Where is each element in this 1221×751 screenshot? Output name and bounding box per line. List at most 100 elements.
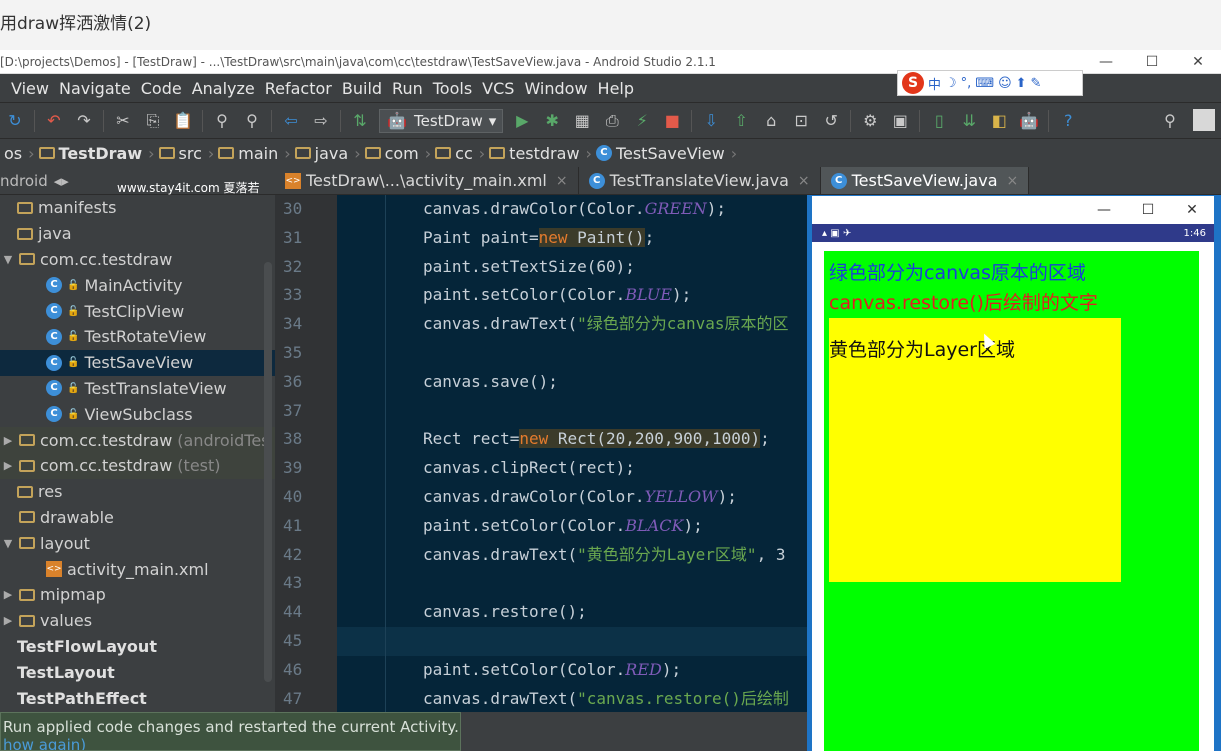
toast-link[interactable]: how again) <box>3 736 460 750</box>
code-line[interactable]: paint.setColor(Color.RED); <box>337 656 807 685</box>
tree-item[interactable]: C 🔓 TestRotateView <box>0 324 275 350</box>
menu-refactor[interactable]: Refactor <box>260 79 337 98</box>
menu-tools[interactable]: Tools <box>428 79 477 98</box>
breadcrumb-item[interactable]: os <box>0 144 28 163</box>
settings-icon[interactable]: ⚙ <box>859 110 881 132</box>
tree-item[interactable]: <> activity_main.xml <box>0 556 275 582</box>
monitor-icon[interactable]: ◧ <box>988 110 1010 132</box>
avd-manager-icon[interactable]: ▯ <box>928 110 950 132</box>
code-line[interactable]: canvas.save(); <box>337 368 807 397</box>
ime-mode[interactable]: 中 <box>928 74 941 93</box>
tree-item[interactable]: C 🔓 TestTranslateView <box>0 376 275 402</box>
maximize-button[interactable]: ☐ <box>1129 50 1175 73</box>
code-line[interactable] <box>337 397 807 426</box>
run-config-dropdown[interactable]: 🤖 TestDraw ▾ <box>379 108 504 133</box>
expand-arrow-icon[interactable]: ▼ <box>2 253 14 266</box>
vcs-revert-icon[interactable]: ↺ <box>820 110 842 132</box>
code-line[interactable] <box>337 339 807 368</box>
menu-window[interactable]: Window <box>519 79 592 98</box>
sdk-manager-icon[interactable]: ⇊ <box>958 110 980 132</box>
code-line[interactable]: canvas.drawColor(Color.YELLOW); <box>337 483 807 512</box>
tree-item[interactable]: C 🔓 TestSaveView <box>0 349 275 376</box>
tree-item[interactable]: ▼ com.cc.testdraw <box>0 247 275 273</box>
undo-icon[interactable]: ↶ <box>43 110 65 132</box>
android-device-icon[interactable]: 🤖 <box>1018 110 1040 132</box>
wrench-icon[interactable]: ✎ <box>1031 76 1042 91</box>
close-tab-icon[interactable]: × <box>1007 173 1019 189</box>
breadcrumb-item[interactable]: C TestSaveView <box>592 144 731 163</box>
tree-item[interactable]: TestLayout <box>0 659 275 685</box>
tree-item[interactable]: ▶ mipmap <box>0 582 275 608</box>
code-line-current[interactable] <box>337 626 807 656</box>
menu-navigate[interactable]: Navigate <box>54 79 136 98</box>
tree-item[interactable]: res <box>0 479 275 505</box>
breadcrumb-item[interactable]: com <box>361 144 425 163</box>
vcs-history-icon[interactable]: ⊡ <box>790 110 812 132</box>
redo-icon[interactable]: ↷ <box>73 110 95 132</box>
menu-view[interactable]: View <box>6 79 54 98</box>
code-line[interactable]: canvas.drawText("绿色部分为canvas原本的区 <box>337 310 807 339</box>
expand-arrow-icon[interactable]: ▶ <box>2 434 14 447</box>
tree-item[interactable]: java <box>0 221 275 247</box>
copy-icon[interactable]: ⎘ <box>142 110 164 132</box>
close-tab-icon[interactable]: × <box>556 173 568 189</box>
tree-item[interactable]: C 🔓 MainActivity <box>0 272 275 298</box>
breadcrumb-item[interactable]: main <box>214 144 284 163</box>
menu-help[interactable]: Help <box>593 79 639 98</box>
vcs-update-icon[interactable]: ⇩ <box>700 110 722 132</box>
code-line[interactable]: canvas.clipRect(rect); <box>337 454 807 483</box>
breadcrumb-item[interactable]: cc <box>431 144 479 163</box>
tree-item[interactable]: manifests <box>0 195 275 221</box>
code-line[interactable]: paint.setColor(Color.BLACK); <box>337 512 807 541</box>
tree-item[interactable]: ▶ com.cc.testdraw (androidTes <box>0 427 275 453</box>
tree-item[interactable]: TestPathEffect <box>0 685 275 711</box>
minimize-button[interactable]: — <box>1083 50 1129 73</box>
tree-item[interactable]: ▶ values <box>0 608 275 634</box>
user-icon[interactable]: ☺ <box>998 76 1012 91</box>
replace-icon[interactable]: ⚲ <box>241 110 263 132</box>
forward-icon[interactable]: ⇨ <box>310 110 332 132</box>
tree-item[interactable]: drawable <box>0 505 275 531</box>
code-editor[interactable]: canvas.drawColor(Color.GREEN); Paint pai… <box>337 195 807 712</box>
breadcrumb-item[interactable]: testdraw <box>485 144 585 163</box>
emulator-close-button[interactable]: ✕ <box>1170 202 1214 218</box>
code-line[interactable]: canvas.drawText("黄色部分为Layer区域", 3 <box>337 541 807 570</box>
menu-code[interactable]: Code <box>136 79 187 98</box>
profile-icon[interactable]: ▦ <box>571 110 593 132</box>
punctuation-icon[interactable]: °, <box>961 76 972 91</box>
expand-arrow-icon[interactable]: ▼ <box>2 537 14 550</box>
vcs-commit-icon[interactable]: ⇧ <box>730 110 752 132</box>
code-line[interactable]: canvas.drawText("canvas.restore()后绘制 <box>337 685 807 712</box>
expand-arrow-icon[interactable]: ▶ <box>2 588 14 601</box>
attach-icon[interactable]: ⎙ <box>601 110 623 132</box>
debug-icon[interactable]: ✱ <box>541 110 563 132</box>
paste-icon[interactable]: 📋 <box>172 110 194 132</box>
code-line[interactable]: canvas.drawColor(Color.GREEN); <box>337 195 807 224</box>
menu-analyze[interactable]: Analyze <box>187 79 260 98</box>
skin-icon[interactable]: ⬆ <box>1016 76 1027 91</box>
menu-run[interactable]: Run <box>387 79 428 98</box>
breadcrumb-item[interactable]: TestDraw <box>35 144 149 163</box>
keyboard-icon[interactable]: ⌨ <box>975 76 994 91</box>
run-icon[interactable]: ▶ <box>511 110 533 132</box>
vcs-compare-icon[interactable]: ⌂ <box>760 110 782 132</box>
back-icon[interactable]: ⇦ <box>280 110 302 132</box>
breadcrumb-item[interactable]: java <box>291 144 355 163</box>
tree-item[interactable]: TestFlowLayout <box>0 634 275 660</box>
emulator-maximize-button[interactable]: ☐ <box>1126 202 1170 218</box>
close-button[interactable]: ✕ <box>1175 50 1221 73</box>
sogou-logo[interactable]: S <box>902 72 924 94</box>
close-tab-icon[interactable]: × <box>798 173 810 189</box>
stop-icon[interactable]: ■ <box>661 110 683 132</box>
apply-changes-icon[interactable]: ⚡ <box>631 110 653 132</box>
make-project-icon[interactable]: ⇅ <box>349 110 371 132</box>
tree-item[interactable]: ▼ layout <box>0 530 275 556</box>
menu-vcs[interactable]: VCS <box>477 79 519 98</box>
avatar[interactable] <box>1193 109 1215 131</box>
chevron-updown-icon[interactable]: ◂▸ <box>54 172 69 190</box>
code-line[interactable]: paint.setColor(Color.BLUE); <box>337 281 807 310</box>
tab-activity-main[interactable]: <> TestDraw\...\activity_main.xml × <box>275 167 579 194</box>
help-icon[interactable]: ? <box>1057 110 1079 132</box>
cut-icon[interactable]: ✂ <box>112 110 134 132</box>
code-line[interactable]: paint.setTextSize(60); <box>337 253 807 282</box>
